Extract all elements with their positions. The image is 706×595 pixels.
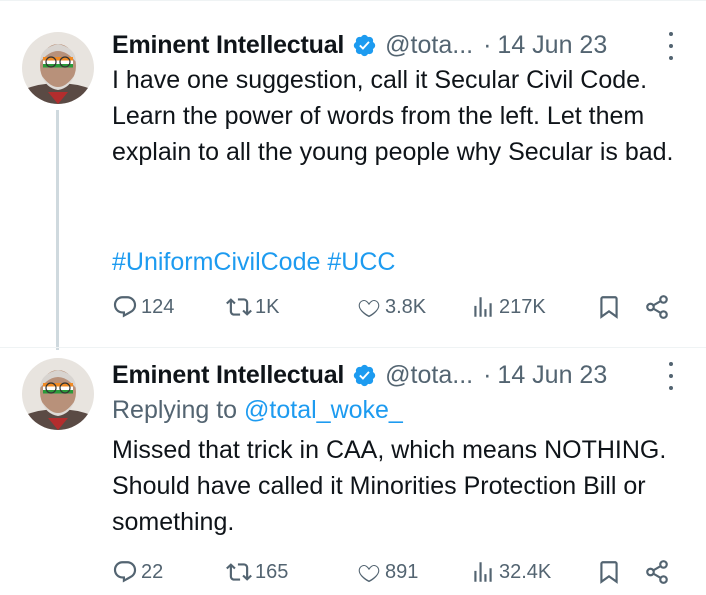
author-name[interactable]: Eminent Intellectual [112, 31, 344, 60]
like-count: 3.8K [385, 295, 427, 318]
like-button[interactable]: 3.8K [356, 291, 426, 323]
bookmark-button[interactable] [596, 556, 622, 588]
bookmark-icon [600, 561, 618, 584]
tweet-text: Missed that trick in CAA, which means NO… [112, 436, 667, 536]
repost-count: 1K [255, 295, 280, 318]
views-icon [474, 562, 492, 582]
like-button[interactable]: 891 [356, 556, 418, 588]
avatar[interactable] [22, 358, 94, 430]
repost-button[interactable]: 165 [226, 556, 288, 588]
more-options-icon[interactable] [666, 32, 676, 60]
like-icon [358, 564, 380, 583]
tweet-header: Eminent Intellectual @tota... · 14 Jun 2… [112, 358, 692, 392]
share-button[interactable] [644, 291, 670, 323]
replying-to-prefix: Replying to [112, 396, 245, 424]
thread-connector [56, 110, 59, 350]
tweet[interactable]: Eminent Intellectual @tota... · 14 Jun 2… [0, 348, 706, 595]
verified-badge-icon [352, 33, 377, 58]
repost-button[interactable]: 1K [226, 291, 279, 323]
hashtag-link[interactable]: #UniformCivilCode [112, 248, 320, 276]
separator-dot: · [483, 30, 492, 59]
repost-count: 165 [255, 560, 289, 583]
tweet-date[interactable]: 14 Jun 23 [497, 361, 607, 390]
author-handle[interactable]: @tota... [385, 361, 473, 390]
avatar[interactable] [22, 32, 94, 104]
reply-icon [113, 561, 137, 583]
verified-badge-icon [352, 363, 377, 388]
share-icon [646, 295, 668, 319]
like-count: 891 [385, 560, 419, 583]
share-button[interactable] [644, 556, 670, 588]
views-count: 217K [499, 295, 546, 318]
separator-dot: · [483, 360, 492, 389]
top-divider [0, 0, 706, 1]
repost-icon [226, 563, 252, 581]
reply-icon [113, 296, 137, 318]
views-icon [474, 297, 492, 317]
action-bar: 22 165 891 32.4K [112, 556, 677, 588]
more-options-icon[interactable] [666, 362, 676, 390]
tweet[interactable]: Eminent Intellectual @tota... · 14 Jun 2… [0, 18, 706, 350]
tweet-date[interactable]: 14 Jun 23 [497, 31, 607, 60]
hashtag-line: #UniformCivilCode #UCC [112, 244, 395, 280]
repost-icon [226, 298, 252, 316]
reply-button[interactable]: 124 [112, 291, 174, 323]
reply-button[interactable]: 22 [112, 556, 163, 588]
views-button[interactable]: 217K [470, 291, 546, 323]
views-button[interactable]: 32.4K [470, 556, 551, 588]
action-bar: 124 1K 3.8K 217K [112, 291, 677, 323]
replying-to: Replying to @total_woke_ [112, 392, 403, 428]
bookmark-button[interactable] [596, 291, 622, 323]
share-icon [646, 560, 668, 584]
bookmark-icon [600, 296, 618, 319]
tweet-header: Eminent Intellectual @tota... · 14 Jun 2… [112, 28, 692, 62]
author-handle[interactable]: @tota... [385, 31, 473, 60]
hashtag-link[interactable]: #UCC [327, 248, 395, 276]
reply-count: 22 [141, 560, 164, 583]
author-name[interactable]: Eminent Intellectual [112, 361, 344, 390]
like-icon [358, 299, 380, 318]
tweet-text: I have one suggestion, call it Secular C… [112, 66, 674, 166]
views-count: 32.4K [499, 560, 552, 583]
reply-count: 124 [141, 295, 175, 318]
mention-link[interactable]: @total_woke_ [244, 396, 403, 424]
